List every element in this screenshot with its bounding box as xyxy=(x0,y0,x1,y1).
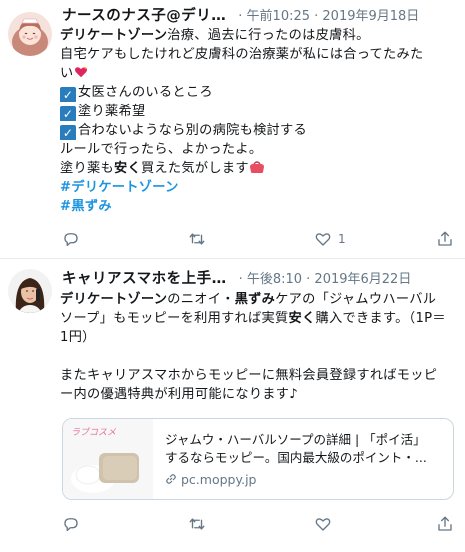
like-button[interactable] xyxy=(314,513,332,535)
heart-icon xyxy=(315,518,331,531)
tweet[interactable]: キャリアスマホを上手… · 午後8:10 · 2019年6月22日 デリケートゾー… xyxy=(0,258,465,552)
text-line: またキャリアスマホからモッピーに無料会員登録すればモッピ xyxy=(60,368,438,383)
check-mark-icon: ✓ xyxy=(60,125,76,140)
text-span: い xyxy=(60,66,74,81)
link-card[interactable]: ラブコスメ ジャムウ・ハーバルソープの詳細 | 「ポイ活」 するならモッピー。国… xyxy=(62,418,454,500)
text-line: デリケートゾーン治療、過去に行ったのは皮膚科。 xyxy=(60,26,457,45)
tweet-actions xyxy=(58,513,457,535)
card-content: ジャムウ・ハーバルソープの詳細 | 「ポイ活」 するならモッピー。国内最大級のポ… xyxy=(165,431,443,489)
reply-button[interactable] xyxy=(62,513,80,535)
checklist-item: ✓ 合わないようなら別の病院も検討する xyxy=(60,121,457,140)
checklist-item: ✓ 女医さんのいるところ xyxy=(60,83,457,102)
card-url-text: pc.moppy.jp xyxy=(181,472,257,487)
check-mark-icon: ✓ xyxy=(60,87,76,102)
check-mark-icon: ✓ xyxy=(60,106,76,121)
display-name[interactable]: キャリアスマホを上手… xyxy=(62,271,227,287)
bold-text: 安く xyxy=(288,311,316,326)
bold-text: デリケートゾーン xyxy=(60,28,168,43)
text-span: 購入できます。（1P＝ xyxy=(315,311,446,326)
tweet-text: デリケートゾーン治療、過去に行ったのは皮膚科。 自宅ケアもしたけれど皮膚科の治療… xyxy=(60,26,457,216)
card-title: ジャムウ・ハーバルソープの詳細 | 「ポイ活」 xyxy=(165,432,426,447)
reply-button[interactable] xyxy=(62,228,80,250)
text-line: 塗り薬も安く買えた気がします xyxy=(60,159,457,178)
checklist-item: ✓ 塗り薬希望 xyxy=(60,102,457,121)
share-icon xyxy=(438,231,452,246)
share-button[interactable] xyxy=(436,228,454,250)
reply-icon xyxy=(64,518,78,532)
text-span: のニオイ・ xyxy=(167,292,235,307)
reply-icon xyxy=(64,233,78,247)
heart-icon xyxy=(315,233,331,246)
text-span: 治療、過去に行ったのは皮膚科。 xyxy=(167,28,370,43)
like-button[interactable]: 1 xyxy=(314,228,346,250)
tweet-header: ナースのナス子@デリ… · 午前10:25 · 2019年9月18日 xyxy=(62,4,457,25)
text-span: ソープ」もモッピーを利用すれば実質 xyxy=(60,311,289,326)
avatar[interactable] xyxy=(8,12,52,56)
checklist-text: 女医さんのいるところ xyxy=(78,85,213,100)
checklist-text: 塗り薬希望 xyxy=(78,104,146,119)
text-line: ー内の優遇特典が利用可能になります♪ xyxy=(60,387,299,402)
hashtag-link[interactable]: #デリケートゾーン xyxy=(60,180,179,195)
text-span: ケアの「ジャムウハーバル xyxy=(275,292,437,307)
bold-text: 安く xyxy=(113,161,141,176)
text-span: 買えた気がします xyxy=(140,161,249,176)
tweet-text: デリケートゾーンのニオイ・黒ずみケアの「ジャムウハーバル ソープ」もモッピーを利… xyxy=(60,290,457,404)
text-line: #黒ずみ xyxy=(60,197,457,216)
display-name[interactable]: ナースのナス子@デリ… xyxy=(62,8,226,24)
brand-logo-text: ラブコスメ xyxy=(71,427,116,438)
bold-text: デリケートゾーン xyxy=(60,292,168,307)
like-count: 1 xyxy=(338,232,346,246)
sparkling-heart-icon xyxy=(74,66,87,78)
tweet-header: キャリアスマホを上手… · 午後8:10 · 2019年6月22日 xyxy=(62,267,457,288)
hashtag-link[interactable]: #黒ずみ xyxy=(60,199,112,214)
card-title: するならモッピー。国内最大級のポイント・... xyxy=(165,450,427,465)
text-line: #デリケートゾーン xyxy=(60,178,457,197)
text-line: 自宅ケアもしたけれど皮膚科の治療薬が私には合ってたみた xyxy=(60,47,424,62)
text-span: 塗り薬も xyxy=(60,161,114,176)
share-button[interactable] xyxy=(436,513,454,535)
bold-text: 黒ずみ xyxy=(234,292,276,307)
link-icon xyxy=(166,474,176,484)
purse-icon xyxy=(249,161,264,173)
text-line: ソープ」もモッピーを利用すれば実質安く購入できます。（1P＝ xyxy=(60,309,457,328)
card-thumbnail: ラブコスメ xyxy=(63,419,153,499)
retweet-button[interactable] xyxy=(188,228,206,250)
timestamp[interactable]: · 午後8:10 · 2019年6月22日 xyxy=(239,272,412,287)
card-url: pc.moppy.jp xyxy=(165,471,443,489)
text-line: い xyxy=(60,64,457,83)
avatar[interactable] xyxy=(8,269,52,313)
text-line: デリケートゾーンのニオイ・黒ずみケアの「ジャムウハーバル xyxy=(60,290,457,309)
share-icon xyxy=(438,516,452,531)
retweet-button[interactable] xyxy=(188,513,206,535)
text-line: 1円） xyxy=(60,330,96,345)
tweet-actions: 1 xyxy=(58,228,457,250)
tweet[interactable]: ナースのナス子@デリ… · 午前10:25 · 2019年9月18日 デリケートゾ… xyxy=(0,0,465,258)
text-line: ルールで行ったら、よかったよ。 xyxy=(60,142,263,157)
checklist-text: 合わないようなら別の病院も検討する xyxy=(78,123,308,138)
timestamp[interactable]: · 午前10:25 · 2019年9月18日 xyxy=(238,9,419,24)
retweet-icon xyxy=(189,518,205,530)
retweet-icon xyxy=(189,233,205,245)
